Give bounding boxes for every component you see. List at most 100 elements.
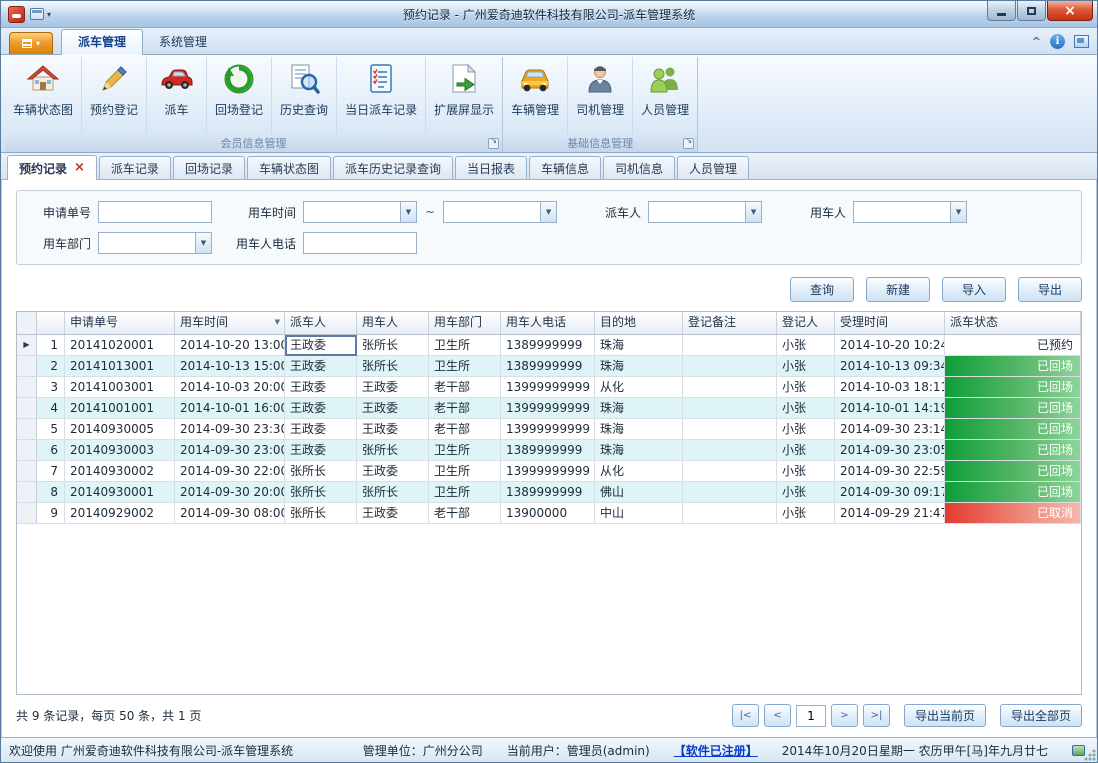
doc-tab[interactable]: 派车历史记录查询 [333, 156, 453, 179]
column-header-dest[interactable]: 目的地 [595, 312, 683, 334]
prev-page-button[interactable]: < [764, 704, 791, 727]
doc-tab[interactable]: 派车记录 [99, 156, 171, 179]
user-combo[interactable]: ▼ [853, 201, 967, 223]
column-header-registrar[interactable]: 登记人 [777, 312, 835, 334]
row-selector[interactable] [17, 356, 37, 377]
query-button[interactable]: 查询 [790, 277, 854, 302]
chevron-down-icon[interactable]: ▼ [745, 202, 761, 222]
dialog-launcher-icon[interactable] [488, 138, 499, 149]
ribbon-button[interactable]: 预约登记 [81, 57, 146, 134]
row-selector[interactable] [17, 503, 37, 524]
table-row[interactable]: 2201410130012014-10-13 15:00王政委张所长卫生所138… [17, 356, 1081, 377]
doc-tab-label: 车辆状态图 [259, 160, 319, 177]
ribbon-tab[interactable]: 系统管理 [143, 30, 223, 54]
table-row[interactable]: ▶1201410200012014-10-20 13:00王政委张所长卫生所13… [17, 335, 1081, 356]
column-header-dept[interactable]: 用车部门 [429, 312, 501, 334]
export-button[interactable]: 导出 [1018, 277, 1082, 302]
app-menu-button[interactable]: ▾ [9, 32, 53, 54]
user-input[interactable] [854, 202, 950, 222]
dept-input[interactable] [99, 233, 195, 253]
column-header-user[interactable]: 用车人 [357, 312, 429, 334]
row-selector[interactable] [17, 440, 37, 461]
column-header-accept_time[interactable]: 受理时间 [835, 312, 945, 334]
row-selector[interactable] [17, 419, 37, 440]
column-header-use_time[interactable]: 用车时间▼ [175, 312, 285, 334]
row-selector[interactable] [17, 461, 37, 482]
chevron-down-icon[interactable]: ▼ [540, 202, 556, 222]
doc-tab[interactable]: 司机信息 [603, 156, 675, 179]
org-text: 管理单位：广州分公司 [363, 742, 483, 759]
column-header-remark[interactable]: 登记备注 [683, 312, 777, 334]
quick-access-icon[interactable] [30, 8, 44, 20]
phone-input[interactable] [303, 232, 417, 254]
dialog-launcher-icon[interactable] [683, 138, 694, 149]
table-row[interactable]: 3201410030012014-10-03 20:00王政委王政委老干部139… [17, 377, 1081, 398]
doc-tab[interactable]: 当日报表 [455, 156, 527, 179]
info-icon[interactable]: i [1050, 34, 1065, 49]
chevron-down-icon[interactable]: ▼ [950, 202, 966, 222]
row-selector[interactable] [17, 377, 37, 398]
table-row[interactable]: 7201409300022014-09-30 22:00张所长王政委卫生所139… [17, 461, 1081, 482]
dept-combo[interactable]: ▼ [98, 232, 212, 254]
page-number-input[interactable] [796, 705, 826, 727]
use-time-to-combo[interactable]: ▼ [443, 201, 557, 223]
ribbon-button[interactable]: 当日派车记录 [336, 57, 425, 134]
first-page-button[interactable]: |< [732, 704, 759, 727]
apply-no-input[interactable] [98, 201, 212, 223]
ribbon-button[interactable]: 派车 [146, 57, 206, 134]
titlebar[interactable]: ▾ 预约记录 - 广州爱奇迪软件科技有限公司-派车管理系统 × [1, 1, 1097, 28]
ribbon-button[interactable]: 司机管理 [567, 57, 632, 134]
filter-dropdown-icon[interactable]: ▼ [275, 312, 280, 333]
import-button[interactable]: 导入 [942, 277, 1006, 302]
row-selector[interactable] [17, 398, 37, 419]
quick-access-dropdown-icon[interactable]: ▾ [47, 10, 51, 19]
search-panel: 申请单号 用车时间 ▼ ~ ▼ 派车人 [16, 190, 1082, 265]
ribbon-button[interactable]: 车辆管理 [503, 57, 567, 134]
row-selector[interactable]: ▶ [17, 335, 37, 356]
table-row[interactable]: 8201409300012014-09-30 20:00张所长张所长卫生所138… [17, 482, 1081, 503]
doc-tab[interactable]: 车辆状态图 [247, 156, 331, 179]
license-link[interactable]: 【软件已注册】 [674, 742, 758, 759]
ribbon-tab[interactable]: 派车管理 [61, 29, 143, 55]
use-time-from-input[interactable] [304, 202, 400, 222]
create-button[interactable]: 新建 [866, 277, 930, 302]
close-button[interactable]: × [1047, 1, 1093, 21]
export-all-pages-button[interactable]: 导出全部页 [1000, 704, 1082, 727]
column-header-dispatcher[interactable]: 派车人 [285, 312, 357, 334]
column-header-apply_no[interactable]: 申请单号 [65, 312, 175, 334]
use-time-to-input[interactable] [444, 202, 540, 222]
export-current-page-button[interactable]: 导出当前页 [904, 704, 986, 727]
table-row[interactable]: 4201410010012014-10-01 16:00王政委王政委老干部139… [17, 398, 1081, 419]
table-row[interactable]: 5201409300052014-09-30 23:30王政委王政委老干部139… [17, 419, 1081, 440]
ribbon-button[interactable]: 历史查询 [271, 57, 336, 134]
dispatcher-combo[interactable]: ▼ [648, 201, 762, 223]
use-time-from-combo[interactable]: ▼ [303, 201, 417, 223]
minimize-button[interactable] [987, 1, 1016, 21]
collapse-ribbon-icon[interactable]: ^ [1032, 35, 1041, 48]
column-header-phone[interactable]: 用车人电话 [501, 312, 595, 334]
dispatcher-input[interactable] [649, 202, 745, 222]
ribbon-button[interactable]: 回场登记 [206, 57, 271, 134]
doc-tab[interactable]: 回场记录 [173, 156, 245, 179]
cell-dispatcher: 王政委 [285, 356, 357, 377]
ribbon-button[interactable]: 车辆状态图 [5, 57, 81, 134]
switch-window-icon[interactable] [1074, 35, 1089, 48]
doc-tab[interactable]: 车辆信息 [529, 156, 601, 179]
next-page-button[interactable]: > [831, 704, 858, 727]
doc-tab[interactable]: 人员管理 [677, 156, 749, 179]
ribbon-button[interactable]: 扩展屏显示 [425, 57, 502, 134]
close-tab-icon[interactable]: × [74, 163, 85, 173]
ribbon-button[interactable]: 人员管理 [632, 57, 697, 134]
chevron-down-icon[interactable]: ▼ [400, 202, 416, 222]
last-page-button[interactable]: >| [863, 704, 890, 727]
status-cell: 已回场 [945, 440, 1081, 461]
table-row[interactable]: 6201409300032014-09-30 23:00王政委张所长卫生所138… [17, 440, 1081, 461]
chevron-down-icon[interactable]: ▼ [195, 233, 211, 253]
row-selector[interactable] [17, 482, 37, 503]
resize-grip[interactable] [1083, 748, 1096, 761]
maximize-button[interactable] [1017, 1, 1046, 21]
doc-tab[interactable]: 预约记录× [7, 155, 97, 180]
column-header-status[interactable]: 派车状态 [945, 312, 1081, 334]
app-icon[interactable] [8, 6, 25, 23]
table-row[interactable]: 9201409290022014-09-30 08:00张所长王政委老干部139… [17, 503, 1081, 524]
